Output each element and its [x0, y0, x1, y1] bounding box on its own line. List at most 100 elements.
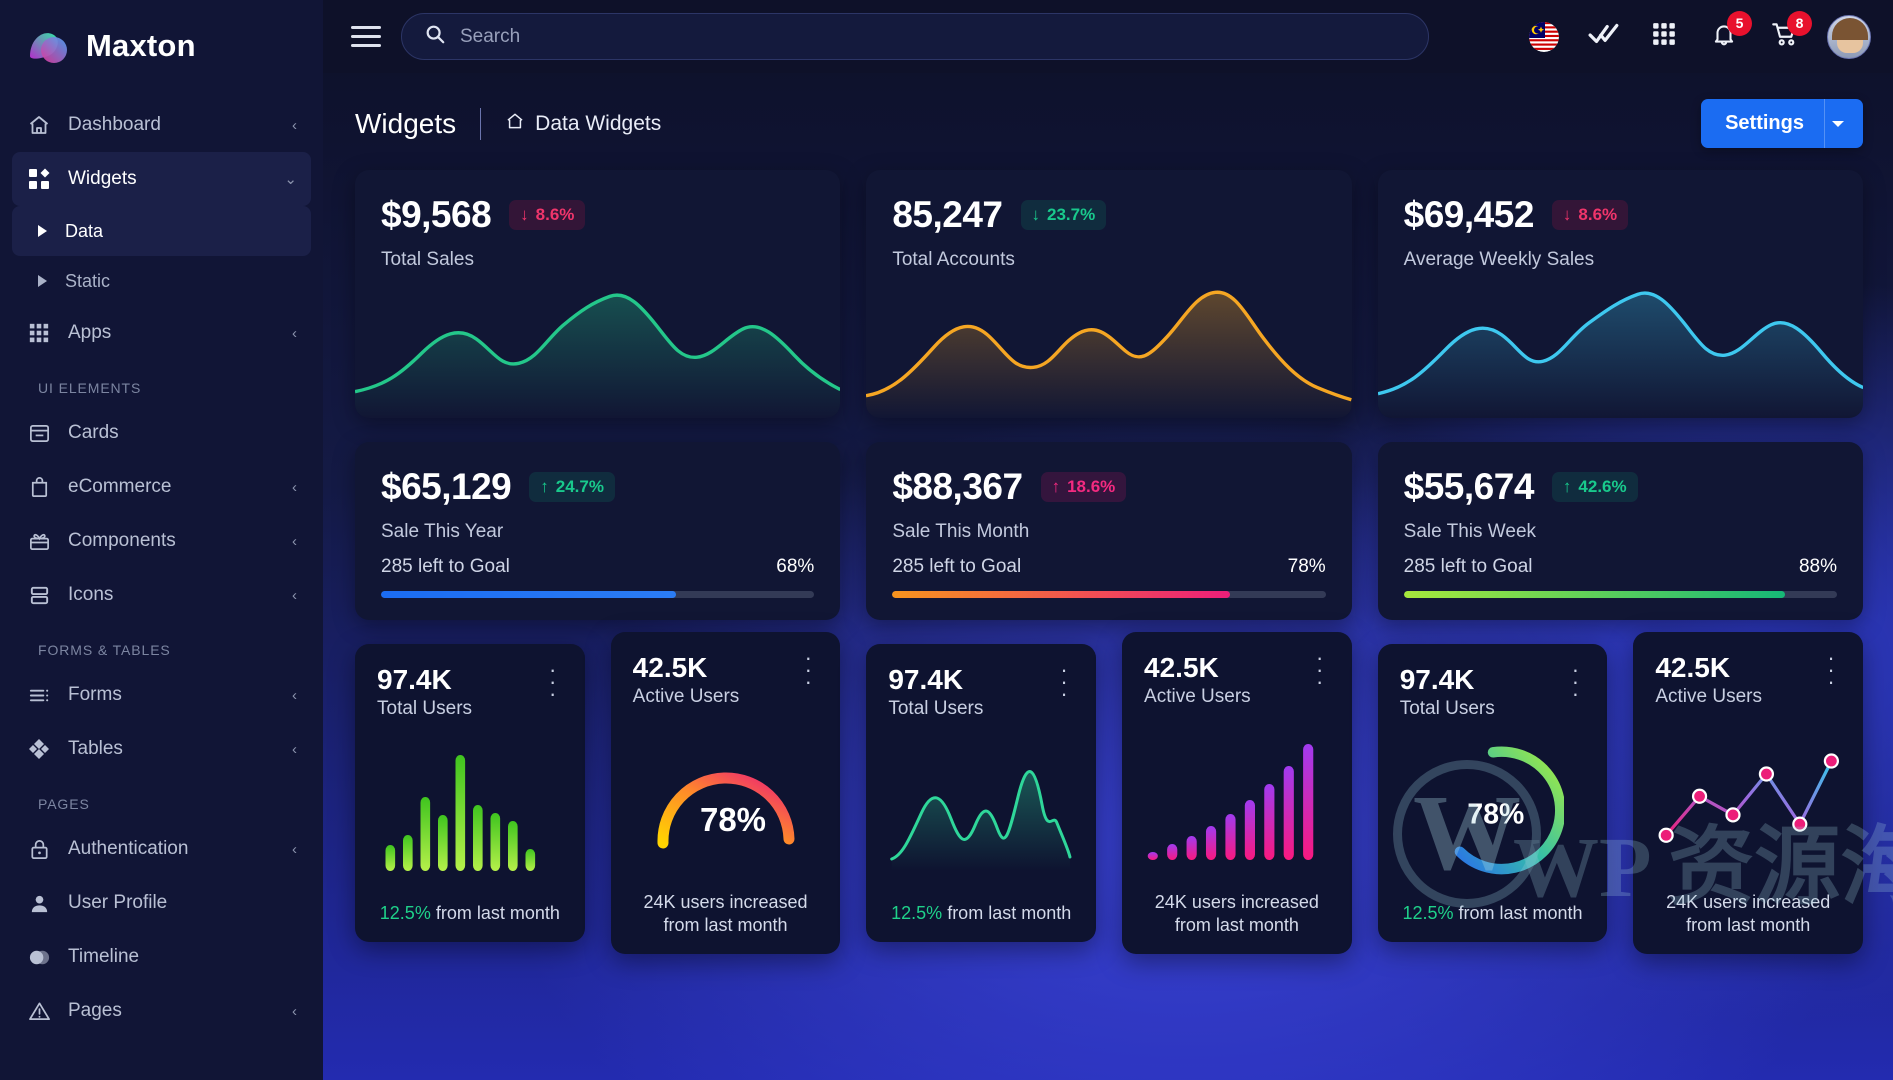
- radial-value: 78%: [1467, 798, 1524, 830]
- goal-amount: $65,129: [381, 466, 511, 508]
- delta-value: 24.7%: [556, 477, 604, 497]
- progress-bar: [381, 591, 814, 598]
- cart-button[interactable]: 8: [1767, 20, 1801, 54]
- more-vertical-icon[interactable]: ···: [543, 664, 563, 700]
- sidebar-item-tables[interactable]: Tables ‹: [12, 722, 311, 776]
- sidebar-heading-ui-elements: UI ELEMENTS: [12, 360, 311, 406]
- widget-footer-text: 24K users increased from last month: [1666, 892, 1830, 935]
- arrow-down-icon: ↓: [1563, 205, 1572, 225]
- goal-card-sale-this-week[interactable]: $55,674 ↑ 42.6% Sale This Week 285 left …: [1378, 442, 1863, 620]
- widget-cards-row: 97.4K Total Users ···: [323, 644, 1893, 954]
- sidebar-item-icons[interactable]: Icons ‹: [12, 568, 311, 622]
- arrow-down-icon: ↓: [520, 205, 529, 225]
- apps-grid-icon: [26, 320, 52, 346]
- settings-button[interactable]: Settings: [1701, 99, 1863, 148]
- sidebar-item-forms[interactable]: Forms ‹: [12, 668, 311, 722]
- sidebar-subitem-static[interactable]: Static: [12, 256, 311, 306]
- status-badge: ↑ 42.6%: [1552, 472, 1638, 502]
- goal-label: Sale This Week: [1404, 521, 1837, 543]
- area-line-chart: [888, 720, 1074, 902]
- chevron-down-icon: ⌄: [284, 170, 297, 188]
- radial-progress-chart: 78%: [1400, 720, 1586, 902]
- breadcrumb[interactable]: Data Widgets: [505, 111, 661, 137]
- widget-card-total-users-radial[interactable]: 97.4K Total Users ··· 78% 12.5% from las…: [1378, 644, 1608, 942]
- more-vertical-icon[interactable]: ···: [1310, 652, 1330, 688]
- goal-card-sale-this-year[interactable]: $65,129 ↑ 24.7% Sale This Year 285 left …: [355, 442, 840, 620]
- malaysia-flag-icon: [1529, 22, 1559, 52]
- search-input[interactable]: [460, 26, 1406, 48]
- messages-button[interactable]: [1587, 20, 1621, 54]
- widget-value: 97.4K: [1400, 664, 1495, 696]
- sidebar-item-apps[interactable]: Apps ‹: [12, 306, 311, 360]
- bar-chart: [377, 720, 563, 902]
- sidebar-subitem-data[interactable]: Data: [12, 206, 311, 256]
- sidebar-item-authentication[interactable]: Authentication ‹: [12, 822, 311, 876]
- goal-cards-row: $65,129 ↑ 24.7% Sale This Year 285 left …: [355, 442, 1863, 620]
- more-vertical-icon[interactable]: ···: [1821, 652, 1841, 688]
- bag-icon: [26, 474, 52, 500]
- stat-amount: 85,247: [892, 194, 1002, 236]
- apps-button[interactable]: [1647, 20, 1681, 54]
- stat-card-total-sales[interactable]: $9,568 ↓ 8.6% Total Sales: [355, 170, 840, 418]
- sidebar-item-pages[interactable]: Pages ‹: [12, 984, 311, 1038]
- stat-card-total-accounts[interactable]: 85,247 ↓ 23.7% Total Accounts: [866, 170, 1351, 418]
- sidebar-item-label: Dashboard: [68, 114, 276, 136]
- sidebar-item-label: User Profile: [68, 892, 281, 914]
- brand[interactable]: Maxton: [0, 0, 323, 90]
- page-title: Widgets: [355, 108, 456, 140]
- stat-card-average-weekly-sales[interactable]: $69,452 ↓ 8.6% Average Weekly Sales: [1378, 170, 1863, 418]
- cards-grid: $9,568 ↓ 8.6% Total Sales: [323, 170, 1893, 620]
- search-bar[interactable]: [401, 13, 1429, 60]
- stat-amount: $69,452: [1404, 194, 1534, 236]
- goal-text: 285 left to Goal: [381, 556, 510, 578]
- chevron-left-icon: ‹: [292, 841, 297, 858]
- stat-cards-row: $9,568 ↓ 8.6% Total Sales: [355, 170, 1863, 418]
- more-vertical-icon[interactable]: ···: [1565, 664, 1585, 700]
- status-badge: ↓ 8.6%: [1552, 200, 1628, 230]
- widget-label: Total Users: [377, 698, 472, 720]
- goal-text: 285 left to Goal: [1404, 556, 1533, 578]
- widget-value: 97.4K: [888, 664, 983, 696]
- hamburger-icon[interactable]: [351, 26, 381, 47]
- sidebar-item-timeline[interactable]: Timeline: [12, 930, 311, 984]
- chevron-down-icon[interactable]: [1824, 99, 1863, 148]
- widget-value: 97.4K: [377, 664, 472, 696]
- sidebar-item-label: Cards: [68, 422, 281, 444]
- progress-bar: [892, 591, 1325, 598]
- widget-footer: 24K users increased from last month: [1655, 891, 1841, 936]
- sidebar-item-user-profile[interactable]: User Profile: [12, 876, 311, 930]
- widget-card-total-users-area[interactable]: 97.4K Total Users ··· 12.5% from last mo…: [866, 644, 1096, 942]
- arrow-down-icon: ↓: [1032, 205, 1041, 225]
- widget-card-active-users-gauge[interactable]: 42.5K Active Users ··· 78% 24K users inc…: [611, 632, 841, 954]
- more-vertical-icon[interactable]: ···: [1054, 664, 1074, 700]
- sidebar-item-cards[interactable]: Cards: [12, 406, 311, 460]
- widget-value: 42.5K: [1144, 652, 1251, 684]
- avatar[interactable]: [1827, 15, 1871, 59]
- notifications-button[interactable]: 5: [1707, 20, 1741, 54]
- forms-icon: [26, 682, 52, 708]
- progress-bar: [1404, 591, 1837, 598]
- delta-value: 42.6%: [1578, 477, 1626, 497]
- status-badge: ↑ 24.7%: [529, 472, 615, 502]
- chevron-left-icon: ‹: [292, 533, 297, 550]
- sidebar-item-label: Timeline: [68, 946, 281, 968]
- widget-card-total-users-bars[interactable]: 97.4K Total Users ···: [355, 644, 585, 942]
- sidebar-item-label: Pages: [68, 1000, 276, 1022]
- widget-card-active-users-line[interactable]: 42.5K Active Users ··· 24: [1633, 632, 1863, 954]
- sidebar-item-ecommerce[interactable]: eCommerce ‹: [12, 460, 311, 514]
- more-vertical-icon[interactable]: ···: [798, 652, 818, 688]
- caret-right-icon: [38, 225, 47, 237]
- sidebar-item-dashboard[interactable]: Dashboard ‹: [12, 98, 311, 152]
- sidebar-item-widgets[interactable]: Widgets ⌄: [12, 152, 311, 206]
- goal-card-sale-this-month[interactable]: $88,367 ↑ 18.6% Sale This Month 285 left…: [866, 442, 1351, 620]
- sidebar-item-components[interactable]: Components ‹: [12, 514, 311, 568]
- sidebar-item-label: Widgets: [68, 168, 268, 190]
- widget-card-active-users-bars[interactable]: 42.5K Active Users ···: [1122, 632, 1352, 954]
- search-icon: [424, 23, 446, 50]
- sidebar-item-label: Authentication: [68, 838, 276, 860]
- widget-footer-text: 24K users increased from last month: [643, 892, 807, 935]
- widget-footer: 24K users increased from last month: [1144, 891, 1330, 936]
- language-flag-button[interactable]: [1527, 20, 1561, 54]
- icons-stack-icon: [26, 582, 52, 608]
- sparkline-chart: [355, 266, 840, 418]
